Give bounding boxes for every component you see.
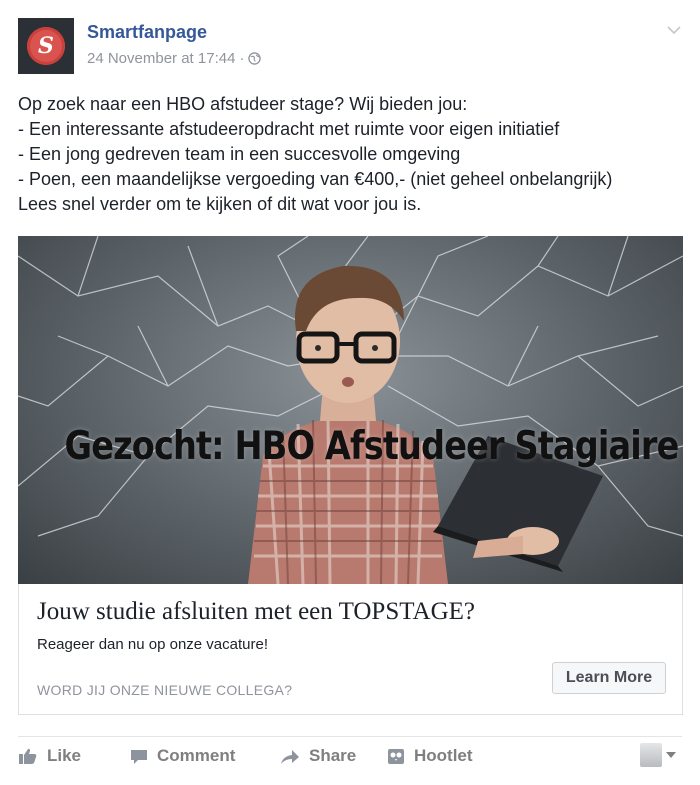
link-title[interactable]: Jouw studie afsluiten met een TOPSTAGE?	[37, 598, 475, 626]
caret-down-icon	[666, 752, 676, 758]
post-text-line: - Een interessante afstudeeropdracht met…	[18, 119, 560, 139]
hootlet-label: Hootlet	[414, 746, 473, 765]
like-label: Like	[47, 746, 82, 765]
page-logo: S	[27, 27, 65, 65]
link-description: Reageer dan nu op onze vacature!	[37, 636, 268, 653]
user-avatar-icon	[640, 743, 662, 767]
post-message: Op zoek naar een HBO afstudeer stage? Wi…	[18, 92, 682, 217]
thumbs-up-icon	[19, 748, 37, 764]
post-text-line: - Poen, een maandelijkse vergoeding van …	[18, 169, 613, 189]
illustration	[18, 236, 683, 584]
meta-separator: ·	[239, 50, 245, 67]
like-button[interactable]: Like	[18, 746, 81, 766]
post-text-line: Lees snel verder om te kijken of dit wat…	[18, 194, 422, 214]
post-meta: 24 November at 17:44 ·	[87, 50, 262, 67]
comment-label: Comment	[157, 746, 236, 765]
comment-icon	[131, 749, 147, 764]
link-preview-card[interactable]: Jouw studie afsluiten met een TOPSTAGE? …	[18, 584, 683, 715]
page-name-link[interactable]: Smartfanpage	[87, 22, 207, 43]
facebook-post: S Smartfanpage 24 November at 17:44 · Op…	[0, 0, 700, 785]
page-avatar[interactable]: S	[18, 18, 74, 74]
share-icon	[281, 749, 299, 764]
owl-icon	[388, 748, 404, 764]
post-timestamp[interactable]: 24 November at 17:44	[87, 50, 235, 67]
link-caption: WORD JIJ ONZE NIEUWE COLLEGA?	[37, 682, 293, 698]
post-text-line: - Een jong gedreven team in een succesvo…	[18, 144, 461, 164]
post-text-line: Op zoek naar een HBO afstudeer stage? Wi…	[18, 94, 468, 114]
post-as-selector[interactable]	[640, 743, 676, 767]
learn-more-button[interactable]: Learn More	[552, 662, 666, 694]
image-overlay-title: Gezocht: HBO Afstudeer Stagiaire	[64, 424, 680, 469]
share-label: Share	[309, 746, 357, 765]
hootlet-button[interactable]: Hootlet	[387, 746, 473, 766]
share-button[interactable]: Share	[280, 746, 356, 766]
globe-icon[interactable]	[248, 52, 262, 65]
post-action-bar: Like Comment Share Hootlet	[18, 736, 682, 775]
comment-button[interactable]: Comment	[130, 746, 235, 766]
chevron-down-icon[interactable]	[666, 24, 682, 36]
post-image[interactable]: Gezocht: HBO Afstudeer Stagiaire	[18, 236, 683, 584]
